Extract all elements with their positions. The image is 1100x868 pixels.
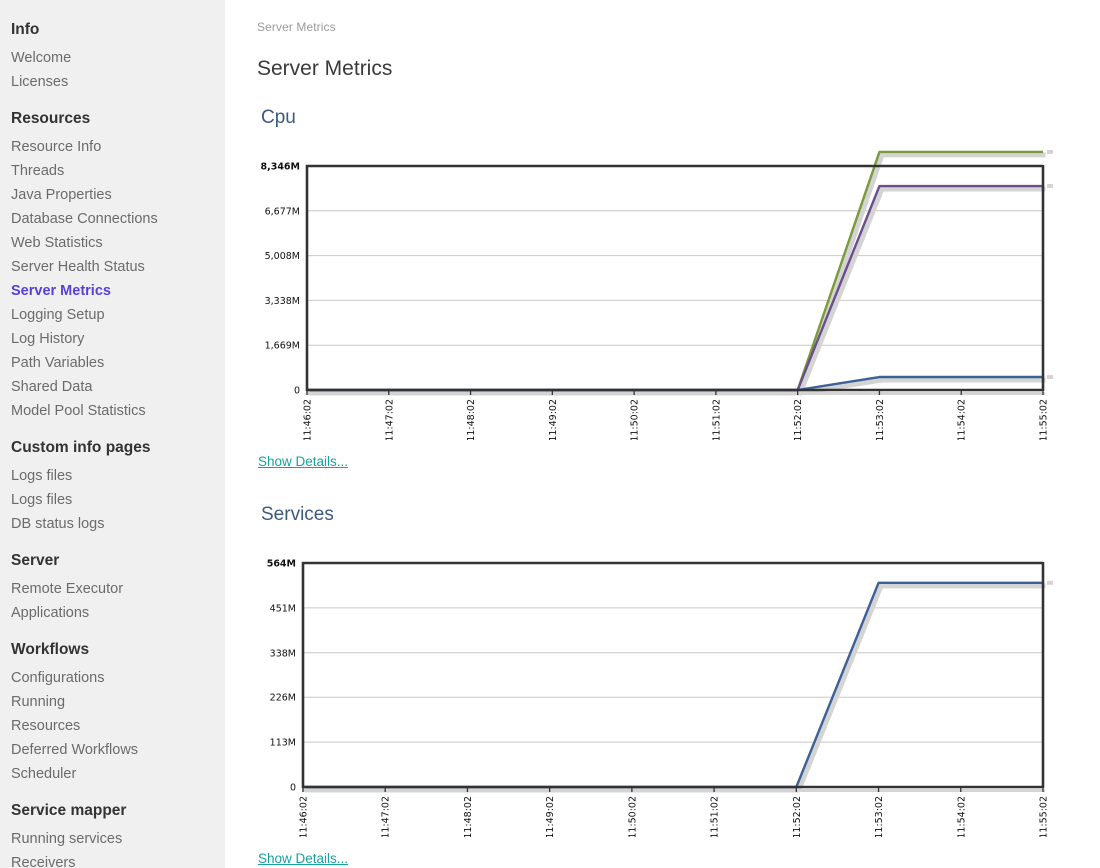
sidebar: Info WelcomeLicenses Resources Resource Inf… [0, 0, 225, 868]
server-metrics-page: Info WelcomeLicenses Resources Resource Inf… [0, 0, 1100, 868]
series-end-marker [1047, 375, 1053, 379]
sidebar-item-log-history[interactable]: Log History [0, 327, 225, 351]
sidebar-item-configurations[interactable]: Configurations [0, 666, 225, 690]
sidebar-item-shared-data[interactable]: Shared Data [0, 375, 225, 399]
x-axis-tick-label: 11:50:02 [630, 399, 641, 440]
y-axis-tick-label: 0 [290, 783, 296, 794]
y-axis-tick-label: 1,669M [265, 341, 300, 352]
sidebar-item-welcome[interactable]: Welcome [0, 46, 225, 70]
x-axis-tick-label: 11:47:02 [381, 796, 392, 837]
x-axis-tick-label: 11:54:02 [956, 796, 967, 837]
sidebar-item-licenses[interactable]: Licenses [0, 70, 225, 94]
x-axis-tick-label: 11:49:02 [548, 399, 559, 440]
series-end-marker [1047, 581, 1053, 585]
x-axis-tick-label: 11:53:02 [875, 399, 886, 440]
x-axis-tick-label: 11:49:02 [545, 796, 556, 837]
x-axis-tick-label: 11:48:02 [466, 399, 477, 440]
sidebar-item-threads[interactable]: Threads [0, 159, 225, 183]
x-axis-tick-label: 11:51:02 [710, 796, 721, 837]
sidebar-item-remote-executor[interactable]: Remote Executor [0, 577, 225, 601]
sidebar-group-service-mapper: Service mapper Running servicesReceivers [0, 803, 225, 868]
sidebar-item-receivers[interactable]: Receivers [0, 851, 225, 868]
series-end-marker [1047, 150, 1053, 154]
x-axis-tick-label: 11:55:02 [1039, 796, 1050, 837]
y-axis-tick-label: 451M [270, 603, 296, 614]
sidebar-item-logging-setup[interactable]: Logging Setup [0, 303, 225, 327]
sidebar-nav: Info WelcomeLicenses Resources Resource Inf… [0, 22, 225, 868]
sidebar-item-path-variables[interactable]: Path Variables [0, 351, 225, 375]
y-axis-tick-label: 6,677M [265, 206, 300, 217]
axis-shadow [306, 392, 1045, 395]
x-axis-tick-label: 11:46:02 [299, 796, 310, 837]
sidebar-group-heading: Workflows [0, 642, 225, 657]
x-axis-tick-label: 11:53:02 [874, 796, 885, 837]
sidebar-item-resource-info[interactable]: Resource Info [0, 135, 225, 159]
section-title-services: Services [261, 504, 334, 526]
x-axis-tick-label: 11:50:02 [627, 796, 638, 837]
services-chart-svg: 0 113M 226M 338M 451M 564M 11:46:02 11:47:02 11:… [225, 537, 1100, 837]
sidebar-group-heading: Server [0, 553, 225, 568]
axis-shadow [302, 789, 1045, 792]
cpu-chart-svg: 0 1,669M 3,338M 5,008M 6,677M 8,346M 11:46:02 1… [225, 140, 1100, 440]
sidebar-item-applications[interactable]: Applications [0, 601, 225, 625]
sidebar-item-server-health-status[interactable]: Server Health Status [0, 255, 225, 279]
x-axis-tick-label: 11:46:02 [303, 399, 314, 440]
sidebar-group-resources: Resources Resource InfoThreadsJava Proper… [0, 111, 225, 423]
y-axis-tick-label: 226M [270, 693, 296, 704]
breadcrumb[interactable]: Server Metrics [257, 20, 336, 34]
x-axis-tick-label: 11:47:02 [384, 399, 395, 440]
sidebar-group-heading: Custom info pages [0, 440, 225, 455]
y-axis-tick-label: 0 [294, 386, 300, 397]
x-axis-tick-label: 11:51:02 [711, 399, 722, 440]
x-axis-tick-label: 11:54:02 [957, 399, 968, 440]
sidebar-item-db-status-logs[interactable]: DB status logs [0, 512, 225, 536]
sidebar-group-custom-info-pages: Custom info pagesLogs filesLogs filesDB … [0, 440, 225, 536]
series-end-marker [1047, 184, 1053, 188]
sidebar-group-heading: Info [0, 22, 225, 37]
services-show-details-link[interactable]: Show Details... [258, 851, 348, 866]
sidebar-item-running-services[interactable]: Running services [0, 827, 225, 851]
y-axis-tick-label: 113M [270, 738, 296, 749]
sidebar-item-java-properties[interactable]: Java Properties [0, 183, 225, 207]
y-axis-tick-label: 564M [267, 559, 296, 570]
x-axis-tick-label: 11:48:02 [463, 796, 474, 837]
cpu-chart: 0 1,669M 3,338M 5,008M 6,677M 8,346M 11:46:02 1… [225, 140, 1100, 440]
cpu-show-details-link[interactable]: Show Details... [258, 454, 348, 469]
x-axis-tick-label: 11:52:02 [792, 796, 803, 837]
sidebar-item-database-connections[interactable]: Database Connections [0, 207, 225, 231]
sidebar-group-heading: Resources [0, 111, 225, 126]
sidebar-group-server: Server Remote ExecutorApplications [0, 553, 225, 625]
sidebar-item-logs-files[interactable]: Logs files [0, 488, 225, 512]
sidebar-item-running[interactable]: Running [0, 690, 225, 714]
sidebar-item-server-metrics[interactable]: Server Metrics [0, 279, 225, 303]
y-axis-tick-label: 338M [270, 648, 296, 659]
sidebar-item-model-pool-statistics[interactable]: Model Pool Statistics [0, 399, 225, 423]
sidebar-item-resources[interactable]: Resources [0, 714, 225, 738]
y-axis-tick-label: 8,346M [260, 162, 300, 173]
sidebar-group-heading: Service mapper [0, 803, 225, 818]
sidebar-item-deferred-workflows[interactable]: Deferred Workflows [0, 738, 225, 762]
sidebar-item-web-statistics[interactable]: Web Statistics [0, 231, 225, 255]
section-title-cpu: Cpu [261, 107, 296, 129]
sidebar-item-logs-files[interactable]: Logs files [0, 464, 225, 488]
y-axis-tick-label: 3,338M [265, 296, 300, 307]
y-axis-tick-label: 5,008M [265, 251, 300, 262]
main-content: Server Metrics Server Metrics Cpu 0 1,669… [225, 0, 1100, 868]
sidebar-group-info: Info WelcomeLicenses [0, 22, 225, 94]
services-chart: 0 113M 226M 338M 451M 564M 11:46:02 11:47:02 11:… [225, 537, 1100, 837]
x-axis-tick-label: 11:52:02 [793, 399, 804, 440]
sidebar-group-workflows: Workflows ConfigurationsRunningResourcesD… [0, 642, 225, 786]
page-title: Server Metrics [257, 57, 392, 81]
sidebar-item-scheduler[interactable]: Scheduler [0, 762, 225, 786]
x-axis-tick-label: 11:55:02 [1039, 399, 1050, 440]
